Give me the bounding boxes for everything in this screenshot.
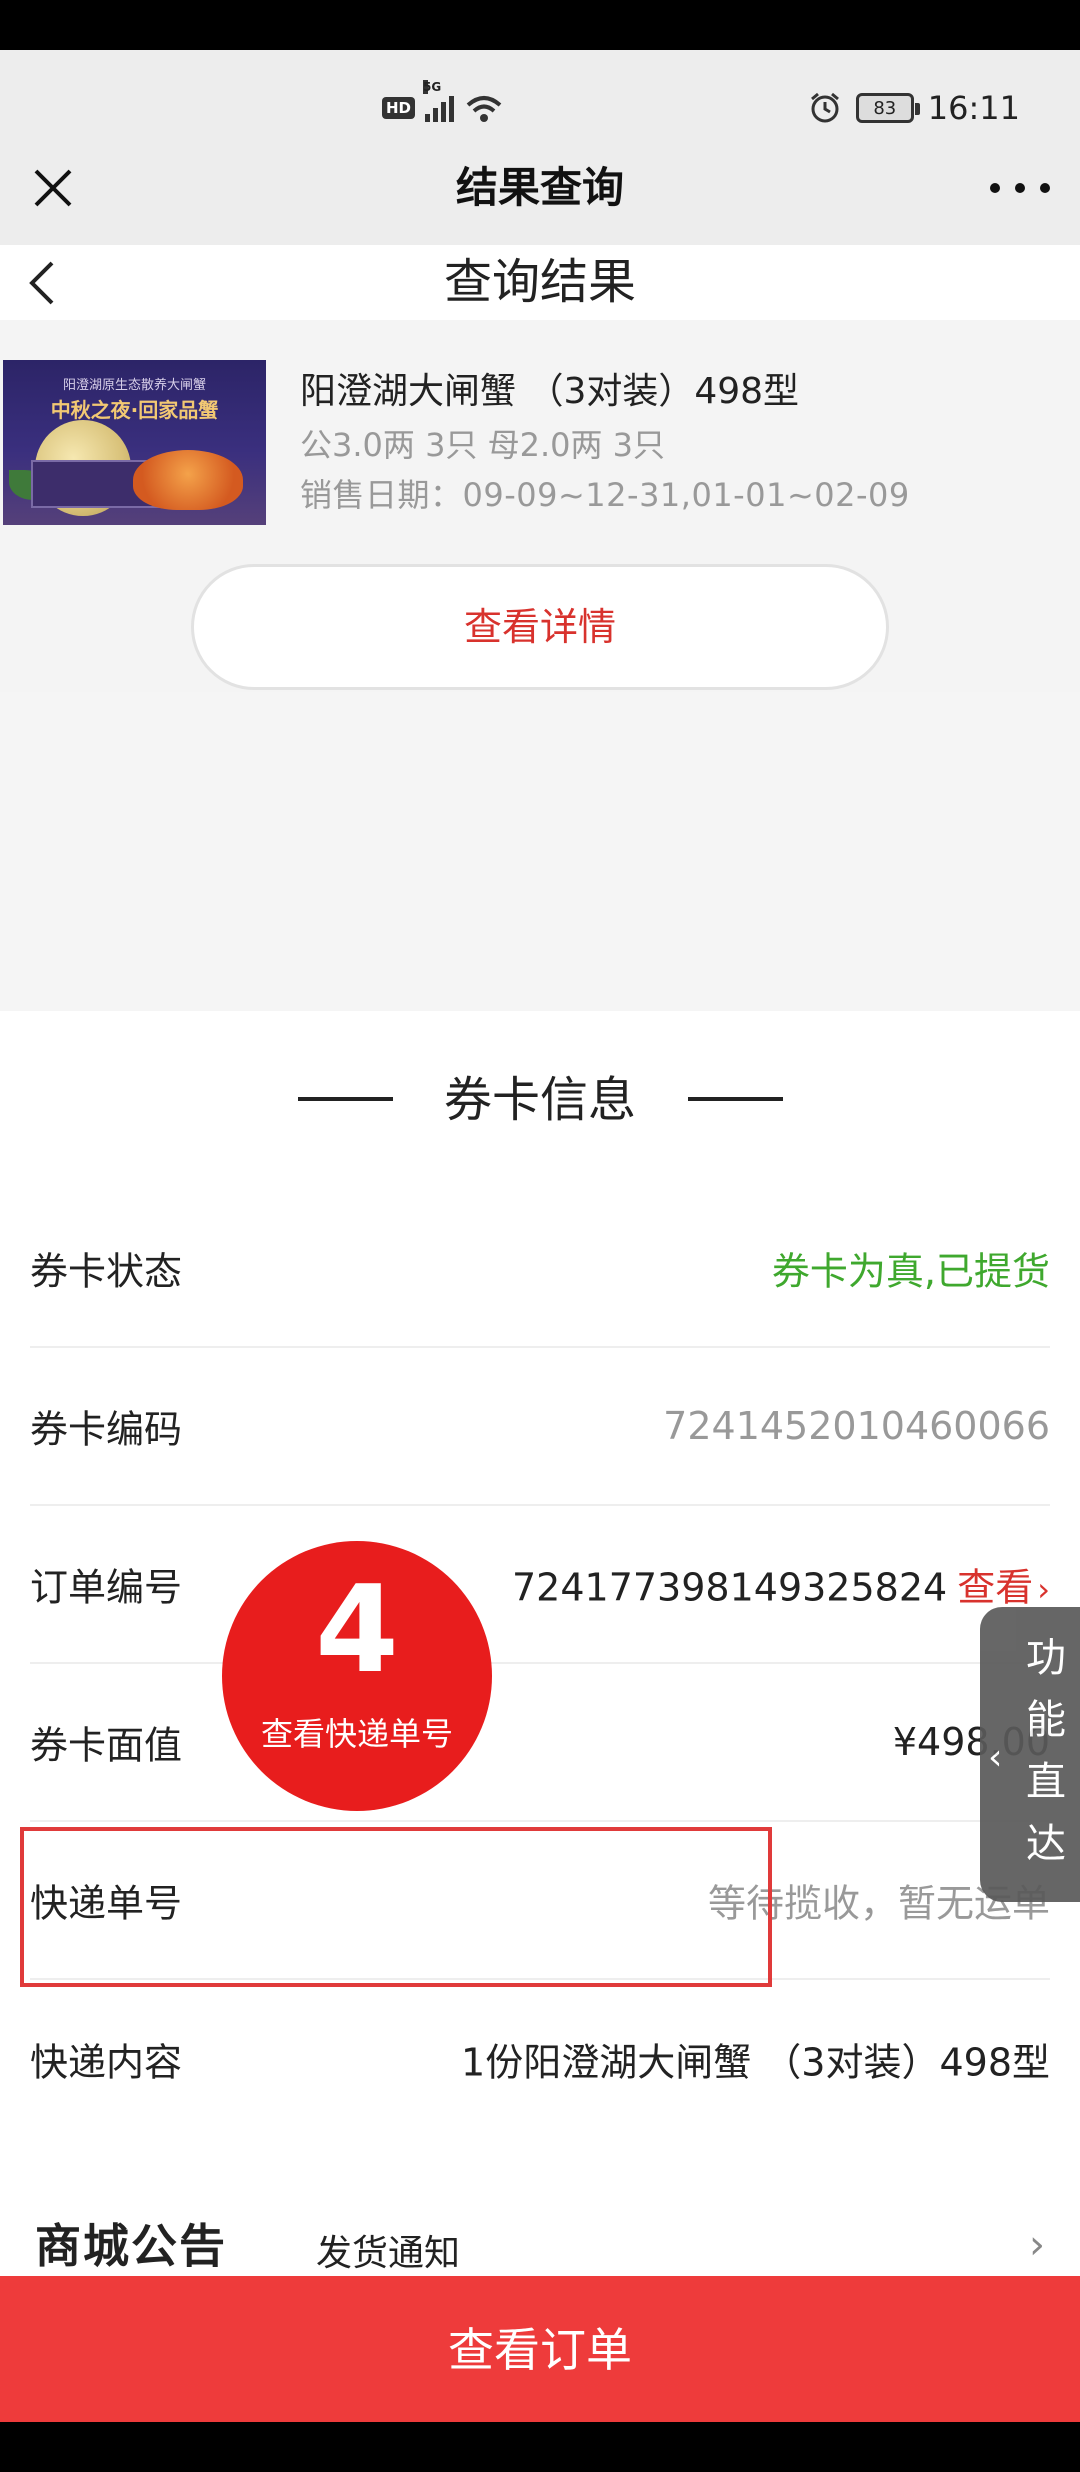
row-label: 券卡编码 [30, 1407, 183, 1452]
view-details-button[interactable]: 查看详情 [191, 564, 889, 690]
crab-graphic [133, 450, 243, 510]
highlight-box [20, 1827, 772, 1987]
status-left: HD 5G [382, 80, 504, 123]
notice-logo: 商城公告 [35, 2219, 227, 2273]
card-info-title: 券卡信息 [443, 1072, 636, 1128]
card-code-value: 7241452010460066 [663, 1404, 1050, 1448]
row-label: 券卡状态 [30, 1249, 183, 1294]
cellular-signal-icon: 5G [423, 80, 455, 122]
chevron-left-icon: ‹ [988, 1737, 1003, 1778]
wifi-icon [466, 96, 502, 122]
row-order-number: 订单编号 724177398149325824 查看 › [30, 1506, 1050, 1664]
product-image[interactable]: 阳澄湖原生态散养大闸蟹 中秋之夜·回家品蟹 [3, 360, 266, 525]
battery-icon: 83 [855, 93, 920, 123]
alarm-icon [810, 92, 839, 123]
more-icon[interactable] [990, 165, 1050, 211]
row-delivery-content: 快递内容 1份阳澄湖大闸蟹 （3对装）498型 [30, 1980, 1050, 2138]
row-label: 订单编号 [30, 1565, 183, 1610]
product-spec: 公3.0两 3只 母2.0两 3只 [300, 426, 666, 464]
status-right: 83 16:11 [808, 89, 1020, 127]
order-number-value: 724177398149325824 [512, 1565, 948, 1610]
product-name: 阳澄湖大闸蟹 （3对装）498型 [300, 371, 800, 412]
battery-level: 83 [873, 97, 897, 119]
step-badge: 4 查看快递单号 [222, 1541, 492, 1811]
row-label: 券卡面值 [30, 1723, 183, 1768]
quick-function-tab[interactable]: ‹ 功 能 直 达 [980, 1607, 1080, 1902]
side-tab-char: 直 [1026, 1759, 1066, 1805]
title-right-line [688, 1097, 783, 1101]
hd-indicator: HD [382, 97, 416, 119]
navbar-title: 结果查询 [455, 163, 624, 212]
image-subtitle: 阳澄湖原生态散养大闸蟹 [62, 378, 206, 393]
page-title: 查询结果 [443, 254, 636, 310]
chevron-right-icon: › [1029, 2222, 1045, 2268]
card-status-value: 券卡为真,已提货 [771, 1249, 1050, 1294]
view-order-link[interactable]: 查看 [957, 1566, 1033, 1610]
status-bar: HD 5G 83 16:11 [0, 50, 1080, 130]
step-number: 4 [315, 1561, 399, 1700]
page-header: 查询结果 [0, 245, 1080, 320]
wechat-navbar: 结果查询 [0, 130, 1080, 245]
product-card: 阳澄湖原生态散养大闸蟹 中秋之夜·回家品蟹 阳澄湖大闸蟹 （3对装）498型 公… [0, 320, 1080, 692]
step-text: 查看快递单号 [260, 1715, 453, 1753]
notice-text: 发货通知 [316, 2233, 461, 2274]
row-face-value: 券卡面值 ¥498.00 [30, 1664, 1050, 1822]
view-orders-button[interactable]: 查看订单 [0, 2276, 1080, 2422]
phone-screen: HD 5G 83 16:11 结果查询 查询结果 阳澄湖原生态散养大闸蟹 中秋之… [0, 50, 1080, 2422]
side-tab-char: 达 [1026, 1821, 1066, 1867]
network-type: 5G [423, 80, 442, 94]
notice-bar[interactable]: 商城公告 发货通知 › [0, 2180, 1080, 2280]
clock: 16:11 [927, 89, 1020, 127]
side-tab-label: 功 能 直 达 [1026, 1627, 1066, 1875]
row-card-status: 券卡状态 券卡为真,已提货 [30, 1190, 1050, 1348]
row-card-code: 券卡编码 7241452010460066 [30, 1348, 1050, 1506]
product-sale-date: 销售日期：09-09~12-31,01-01~02-09 [300, 476, 910, 514]
delivery-content-value: 1份阳澄湖大闸蟹 （3对装）498型 [461, 2040, 1050, 2085]
row-label: 快递内容 [30, 2040, 183, 2085]
image-heading: 中秋之夜·回家品蟹 [50, 398, 219, 422]
chevron-right-icon: › [1037, 1570, 1050, 1609]
side-tab-char: 能 [1026, 1697, 1066, 1743]
order-number-value-wrap: 724177398149325824 查看 › [512, 1557, 1050, 1612]
side-tab-char: 功 [1026, 1635, 1066, 1681]
